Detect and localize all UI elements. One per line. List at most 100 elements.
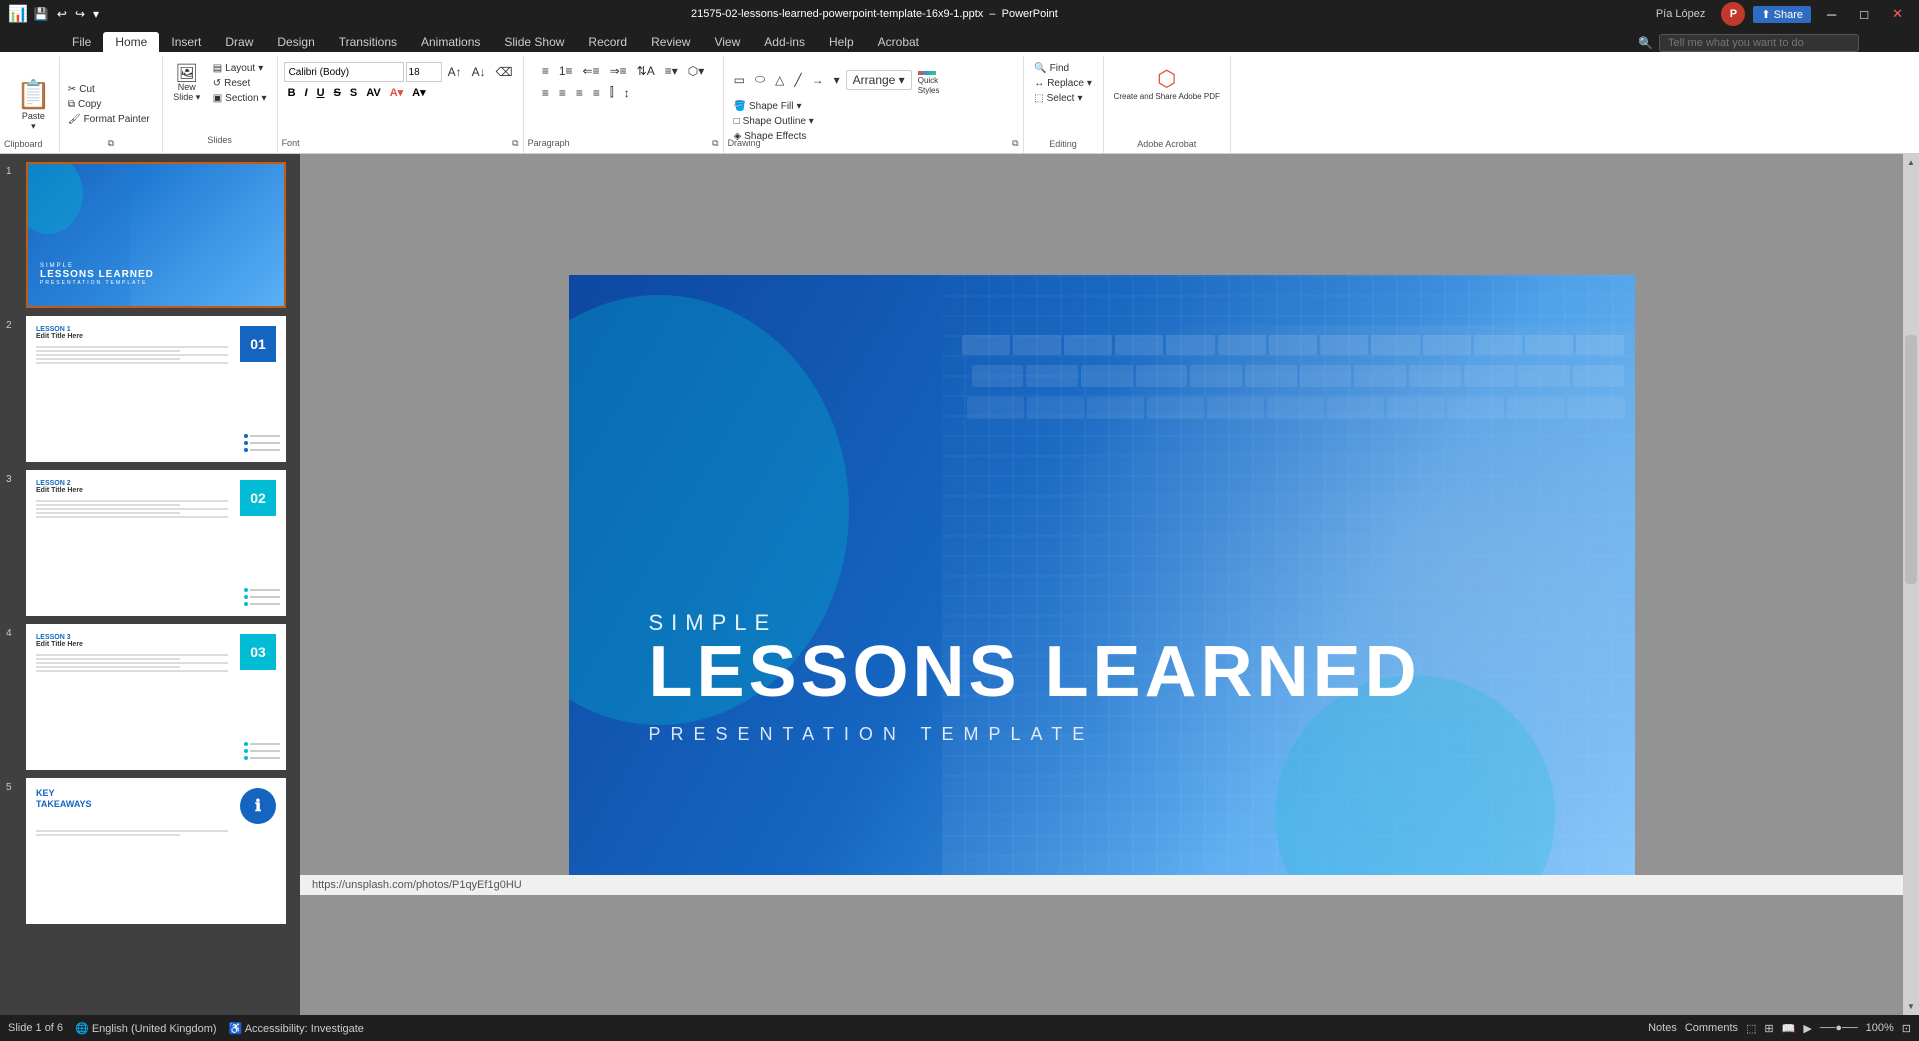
bold-button[interactable]: B bbox=[284, 86, 300, 100]
copy-button[interactable]: ⧉ Copy bbox=[64, 98, 154, 111]
scroll-up-arrow[interactable]: ▲ bbox=[1905, 156, 1917, 169]
zoom-slider[interactable]: ──●── bbox=[1820, 1022, 1858, 1034]
indent-less-button[interactable]: ⇐≡ bbox=[579, 62, 604, 80]
quick-styles-button[interactable]: Quick Styles bbox=[914, 62, 944, 97]
text-direction-button[interactable]: ⇅A bbox=[633, 62, 659, 80]
font-size-selector[interactable] bbox=[406, 62, 442, 82]
slide-thumb-3[interactable]: LESSON 2 Edit Title Here 02 bbox=[26, 470, 286, 616]
slide-thumb-1[interactable]: SIMPLE LESSONS LEARNED PRESENTATION TEMP… bbox=[26, 162, 286, 308]
scroll-thumb[interactable] bbox=[1905, 335, 1917, 584]
redo-button[interactable]: ↪ bbox=[73, 5, 87, 23]
slideshow-button[interactable]: ▶ bbox=[1803, 1022, 1811, 1035]
customize-qat-button[interactable]: ▾ bbox=[91, 5, 101, 23]
clipboard-expand-button[interactable]: ⧉ bbox=[108, 138, 114, 149]
accessibility-icon: ♿ bbox=[229, 1023, 243, 1035]
create-pdf-button[interactable]: ⬡ Create and Share Adobe PDF bbox=[1110, 58, 1224, 103]
shape-rect-button[interactable]: ▭ bbox=[730, 71, 749, 89]
replace-button[interactable]: ↔ Replace ▾ bbox=[1030, 77, 1096, 90]
slide-thumb-4[interactable]: LESSON 3 Edit Title Here 03 bbox=[26, 624, 286, 770]
shadow-button[interactable]: S bbox=[346, 86, 361, 100]
new-slide-button[interactable]: 🖼 New Slide ▾ bbox=[169, 62, 205, 105]
numbering-button[interactable]: 1≡ bbox=[555, 62, 577, 80]
tab-design[interactable]: Design bbox=[265, 32, 326, 52]
arrange-button[interactable]: Arrange ▾ bbox=[846, 70, 912, 90]
italic-button[interactable]: I bbox=[301, 86, 312, 100]
tab-file[interactable]: File bbox=[60, 32, 103, 52]
drawing-expand-button[interactable]: ⧉ bbox=[1012, 138, 1018, 149]
increase-font-button[interactable]: A↑ bbox=[444, 63, 466, 81]
right-scrollbar[interactable]: ▲ ▼ bbox=[1903, 154, 1919, 1015]
tab-draw[interactable]: Draw bbox=[213, 32, 265, 52]
align-text-button[interactable]: ≡▾ bbox=[661, 62, 682, 80]
font-group: A↑ A↓ ⌫ B I U S S AV A▾ A▾ Font ⧉ bbox=[278, 56, 524, 153]
main-slide-canvas[interactable]: SIMPLE LESSONS LEARNED PRESENTATION TEMP… bbox=[569, 275, 1635, 875]
shape-triangle-button[interactable]: △ bbox=[771, 71, 788, 89]
smartart-button[interactable]: ⬡▾ bbox=[684, 62, 709, 80]
thumb4-lesson-label: LESSON 3 bbox=[36, 634, 83, 641]
slide-thumb-2[interactable]: LESSON 1 Edit Title Here 01 bbox=[26, 316, 286, 462]
search-input[interactable] bbox=[1659, 34, 1859, 52]
tab-acrobat[interactable]: Acrobat bbox=[866, 32, 931, 52]
layout-button[interactable]: ▤ Layout ▾ bbox=[209, 62, 271, 75]
reading-view-button[interactable]: 📖 bbox=[1782, 1022, 1796, 1035]
tab-transitions[interactable]: Transitions bbox=[327, 32, 409, 52]
decrease-font-button[interactable]: A↓ bbox=[468, 63, 490, 81]
more-shapes-button[interactable]: ▾ bbox=[830, 71, 844, 89]
tab-animations[interactable]: Animations bbox=[409, 32, 492, 52]
shape-oval-button[interactable]: ⬭ bbox=[751, 70, 769, 89]
paragraph-label: Paragraph bbox=[528, 138, 570, 149]
share-button[interactable]: ⬆ Share bbox=[1753, 6, 1811, 23]
bullets-button[interactable]: ≡ bbox=[538, 62, 553, 80]
align-left-button[interactable]: ≡ bbox=[538, 84, 553, 102]
cut-button[interactable]: ✂ Cut bbox=[64, 83, 154, 96]
title-bar: 📊 💾 ↩ ↪ ▾ 21575-02-lessons-learned-power… bbox=[0, 0, 1919, 28]
format-painter-button[interactable]: 🖌 Format Painter bbox=[64, 113, 154, 126]
shape-arrow-button[interactable]: → bbox=[808, 71, 828, 89]
notes-button[interactable]: Notes bbox=[1648, 1022, 1677, 1034]
user-avatar: P bbox=[1721, 2, 1745, 26]
tab-home[interactable]: Home bbox=[103, 32, 159, 52]
maximize-button[interactable]: □ bbox=[1852, 5, 1876, 24]
find-button[interactable]: 🔍 Find bbox=[1030, 62, 1096, 75]
align-right-button[interactable]: ≡ bbox=[572, 84, 587, 102]
shape-line-button[interactable]: ╱ bbox=[790, 71, 805, 89]
align-center-button[interactable]: ≡ bbox=[555, 84, 570, 102]
tab-slide-show[interactable]: Slide Show bbox=[492, 32, 576, 52]
tab-help[interactable]: Help bbox=[817, 32, 866, 52]
justify-button[interactable]: ≡ bbox=[589, 84, 604, 102]
font-color-button[interactable]: A▾ bbox=[386, 85, 407, 100]
tab-review[interactable]: Review bbox=[639, 32, 702, 52]
slide-thumb-5[interactable]: KEYTAKEAWAYS ℹ bbox=[26, 778, 286, 924]
search-icon[interactable]: 🔍 bbox=[1638, 36, 1653, 50]
accessibility-status[interactable]: ♿ Accessibility: Investigate bbox=[229, 1022, 364, 1035]
underline-button[interactable]: U bbox=[313, 86, 329, 100]
shape-outline-button[interactable]: □ Shape Outline ▾ bbox=[730, 115, 818, 128]
undo-button[interactable]: ↩ bbox=[55, 5, 69, 23]
reset-button[interactable]: ↺ Reset bbox=[209, 77, 271, 90]
save-button[interactable]: 💾 bbox=[32, 5, 51, 23]
fit-screen-button[interactable]: ⊡ bbox=[1902, 1022, 1911, 1035]
tab-record[interactable]: Record bbox=[576, 32, 639, 52]
tab-add-ins[interactable]: Add-ins bbox=[752, 32, 817, 52]
font-expand-button[interactable]: ⧉ bbox=[512, 138, 518, 149]
slide-sorter-button[interactable]: ⊞ bbox=[1764, 1022, 1773, 1035]
paragraph-expand-button[interactable]: ⧉ bbox=[712, 138, 718, 149]
strikethrough-button[interactable]: S bbox=[330, 86, 345, 100]
section-button[interactable]: ▣ Section ▾ bbox=[209, 92, 271, 105]
clear-format-button[interactable]: ⌫ bbox=[492, 63, 517, 81]
comments-button[interactable]: Comments bbox=[1685, 1022, 1738, 1034]
select-button[interactable]: ⬚ Select ▾ bbox=[1030, 92, 1096, 105]
indent-more-button[interactable]: ⇒≡ bbox=[606, 62, 631, 80]
font-highlight-button[interactable]: A▾ bbox=[408, 85, 429, 100]
shape-fill-button[interactable]: 🪣 Shape Fill ▾ bbox=[730, 100, 818, 113]
normal-view-button[interactable]: ⬚ bbox=[1746, 1022, 1756, 1035]
line-spacing-button[interactable]: ↕ bbox=[620, 84, 634, 102]
tab-view[interactable]: View bbox=[702, 32, 752, 52]
font-name-selector[interactable] bbox=[284, 62, 404, 82]
minimize-button[interactable]: ─ bbox=[1819, 5, 1844, 24]
font-spacing-button[interactable]: AV bbox=[362, 86, 384, 100]
scroll-down-arrow[interactable]: ▼ bbox=[1905, 1000, 1917, 1013]
close-button[interactable]: ✕ bbox=[1884, 4, 1911, 24]
tab-insert[interactable]: Insert bbox=[159, 32, 213, 52]
columns-button[interactable]: ⫿ bbox=[606, 83, 618, 102]
